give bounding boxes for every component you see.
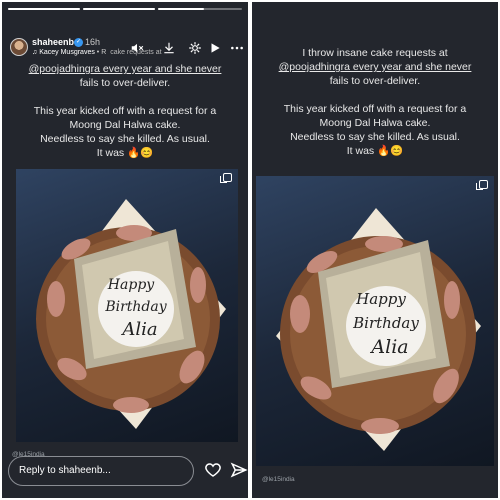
story-progress-3 — [158, 8, 242, 10]
mention-link[interactable]: @poojadhingra every year and she never — [2, 62, 248, 76]
cake-image-right: Happy Birthday Alia — [276, 208, 481, 451]
verified-icon: ✓ — [74, 38, 83, 47]
cake-image: Happy Birthday Alia — [36, 199, 226, 429]
more-icon[interactable] — [230, 41, 244, 55]
avatar[interactable] — [10, 38, 28, 56]
send-icon[interactable] — [230, 461, 248, 479]
username[interactable]: shaheenb — [32, 37, 74, 47]
mute-icon[interactable] — [130, 41, 144, 55]
mention-link-right[interactable]: @poojadhingra every year and she never — [252, 60, 498, 74]
multi-image-icon-right — [476, 180, 488, 190]
story-panel-right: I throw insane cake requests at @poojadh… — [252, 2, 498, 498]
story-caption: @poojadhingra every year and she never f… — [2, 62, 248, 160]
cake-text-happy-right: Happy — [355, 290, 406, 308]
photo-credit-right: @le15india — [262, 476, 295, 483]
story-time: 16h — [85, 37, 101, 47]
cake-text-alia: Alia — [120, 319, 157, 340]
multi-image-icon — [220, 173, 232, 183]
cake-text-birthday-right: Birthday — [352, 314, 419, 332]
story-caption-right: I throw insane cake requests at @poojadh… — [252, 46, 498, 158]
cake-text-happy: Happy — [107, 277, 155, 293]
heart-icon[interactable] — [204, 461, 222, 479]
cake-photo: Happy Birthday Alia — [16, 169, 238, 442]
play-icon[interactable] — [208, 41, 222, 55]
story-panel-left: shaheenb ✓ 16h ♫ Kacey Musgraves • R cak… — [2, 2, 248, 498]
reply-input[interactable]: Reply to shaheenb... — [8, 456, 194, 486]
download-icon[interactable] — [162, 41, 176, 55]
cake-text-birthday: Birthday — [104, 299, 167, 315]
reply-placeholder: Reply to shaheenb... — [19, 465, 111, 476]
cake-photo-right: Happy Birthday Alia — [256, 176, 494, 466]
story-progress-2 — [83, 8, 155, 10]
cake-text-alia-right: Alia — [369, 336, 408, 358]
gear-icon[interactable] — [188, 41, 202, 55]
story-progress-1 — [8, 8, 80, 10]
